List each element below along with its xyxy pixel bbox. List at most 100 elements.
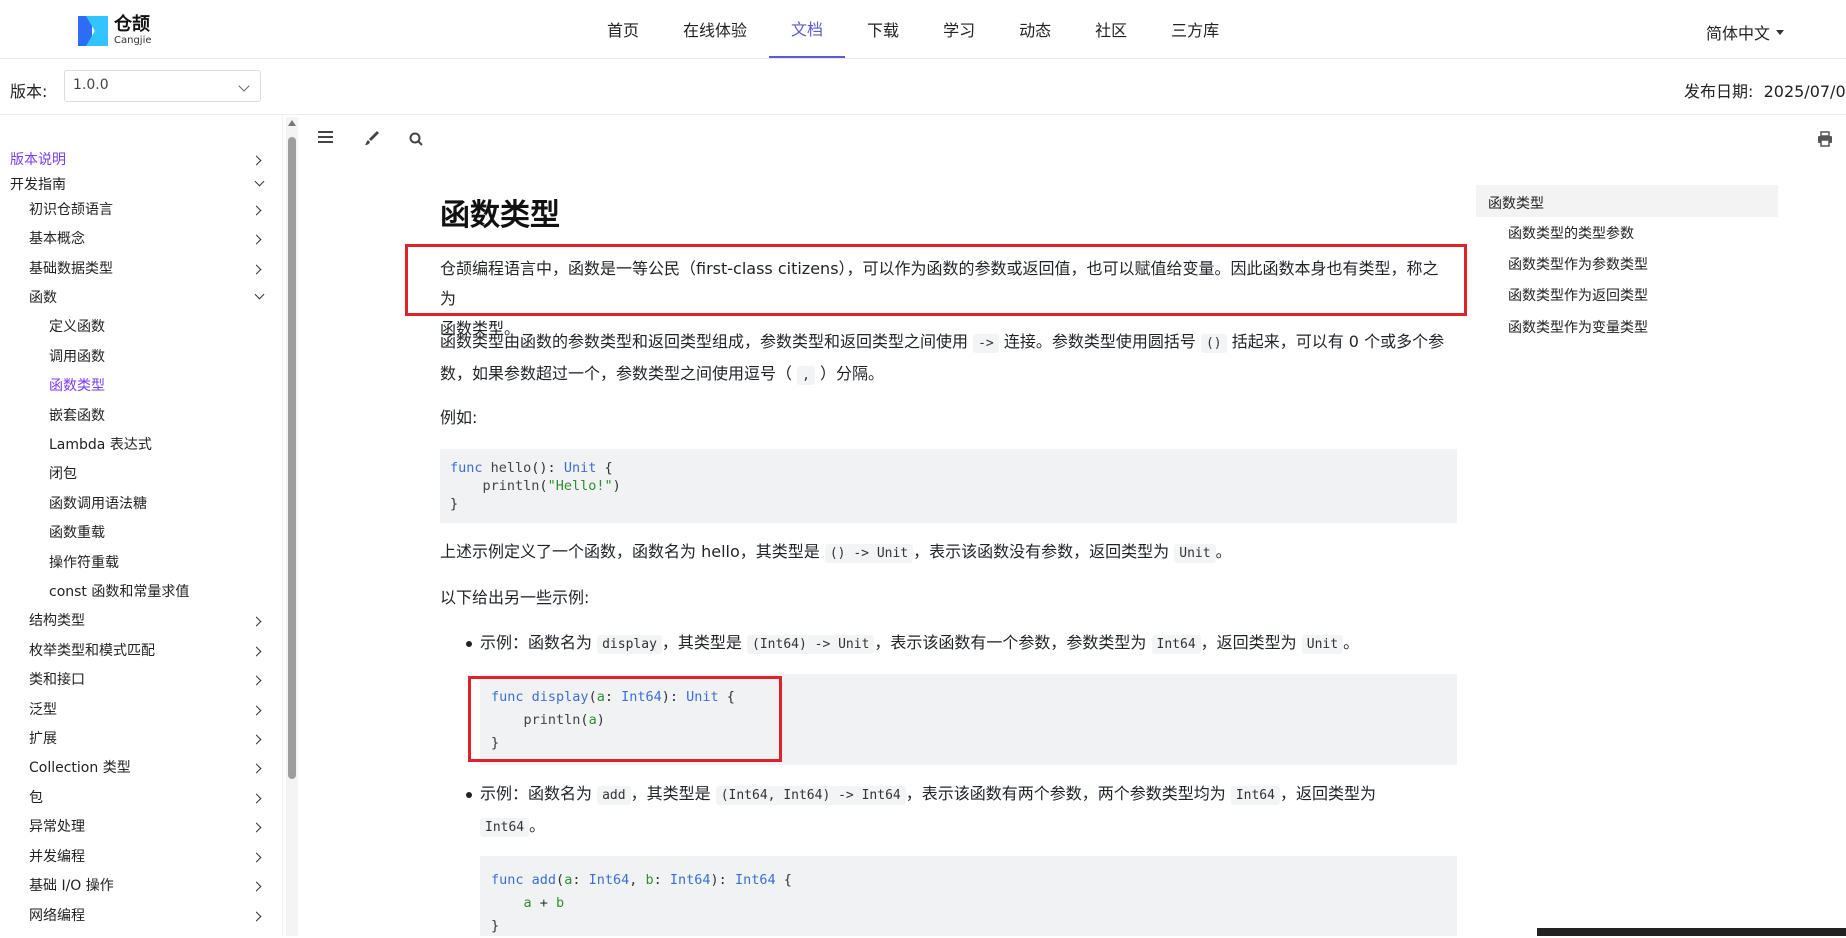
paragraph-type-composition: 函数类型由函数的参数类型和返回类型组成，参数类型和返回类型之间使用 -> 连接。… (440, 332, 1445, 385)
chevron-right-icon[interactable] (251, 734, 262, 745)
nav-docs[interactable]: 文档 (769, 0, 846, 58)
chevron-right-icon[interactable] (251, 793, 262, 804)
sidebar-item-lambda[interactable]: Lambda 表达式 (49, 434, 152, 454)
example-label: 例如: (440, 408, 478, 427)
chevron-down-icon[interactable] (254, 289, 265, 300)
hamburger-icon[interactable] (318, 130, 334, 148)
sidebar-item-extension[interactable]: 扩展 (29, 728, 57, 748)
inline-code: Unit (1174, 544, 1216, 563)
chevron-right-icon[interactable] (251, 155, 262, 166)
sidebar-item-enum[interactable]: 枚举类型和模式匹配 (29, 640, 155, 660)
cangjie-logo[interactable]: 仓颉 Cangjie (78, 14, 152, 48)
chevron-right-icon[interactable] (251, 264, 262, 275)
paragraph-hello-desc: 上述示例定义了一个函数，函数名为 hello，其类型是 () -> Unit ，表… (440, 542, 1232, 563)
sidebar-item-concurrency[interactable]: 并发编程 (29, 846, 85, 866)
sidebar-item-exception[interactable]: 异常处理 (29, 816, 85, 836)
inline-code: (Int64) -> Unit (747, 635, 875, 654)
nav-community[interactable]: 社区 (1073, 0, 1149, 58)
logo-text-en: Cangjie (114, 35, 152, 46)
sidebar-item-dev-guide[interactable]: 开发指南 (10, 174, 66, 194)
sidebar-item-network[interactable]: 网络编程 (29, 905, 85, 925)
sidebar-item-const-func[interactable]: const 函数和常量求值 (49, 581, 189, 601)
toc-item-as-param[interactable]: 函数类型作为参数类型 (1508, 254, 1648, 274)
top-navbar: 仓颉 Cangjie 首页 在线体验 文档 下载 学习 动态 社区 三方库 简体… (0, 0, 1846, 59)
sidebar-item-generics[interactable]: 泛型 (29, 699, 57, 719)
nav-learn[interactable]: 学习 (921, 0, 997, 58)
inline-code: (Int64, Int64) -> Int64 (715, 786, 906, 805)
sidebar-item-call-func[interactable]: 调用函数 (49, 346, 105, 366)
logo-mark-icon (78, 16, 108, 46)
sidebar-scrollbar[interactable] (286, 117, 298, 936)
sidebar-item-overload[interactable]: 函数重载 (49, 522, 105, 542)
scroll-up-icon[interactable] (288, 120, 296, 126)
nav-third-party[interactable]: 三方库 (1149, 0, 1241, 58)
toc-item-as-variable[interactable]: 函数类型作为变量类型 (1508, 317, 1648, 337)
chevron-right-icon[interactable] (251, 911, 262, 922)
bottom-overlay-bar (1537, 928, 1846, 936)
sidebar-item-package[interactable]: 包 (29, 787, 43, 807)
code-block-add: func add(a: Int64, b: Int64): Int64 { a … (480, 856, 1457, 936)
example-add-desc: 示例：函数名为 add ，其类型是 (Int64, Int64) -> Int64… (480, 784, 1376, 837)
chevron-right-icon[interactable] (251, 675, 262, 686)
chevron-right-icon[interactable] (251, 616, 262, 627)
printer-icon[interactable] (1817, 131, 1833, 151)
nav-download[interactable]: 下载 (845, 0, 921, 58)
version-value: 1.0.0 (73, 77, 109, 93)
chevron-right-icon[interactable] (251, 705, 262, 716)
sidebar-item-release-notes[interactable]: 版本说明 (10, 149, 66, 169)
chevron-right-icon[interactable] (251, 763, 262, 774)
nav-home[interactable]: 首页 (585, 0, 661, 58)
publish-date: 发布日期: 2025/07/0 (1684, 82, 1846, 101)
sidebar-item-class[interactable]: 类和接口 (29, 669, 85, 689)
chevron-down-icon[interactable] (254, 176, 265, 187)
sidebar-item-operator-overload[interactable]: 操作符重载 (49, 552, 119, 572)
chevron-right-icon[interactable] (251, 852, 262, 863)
sidebar-item-basic-concepts[interactable]: 基本概念 (29, 228, 85, 248)
toc-item-type-params[interactable]: 函数类型的类型参数 (1508, 223, 1634, 243)
chevron-right-icon[interactable] (251, 205, 262, 216)
bullet-dot (466, 641, 472, 647)
version-bar: 版本: 1.0.0 发布日期: 2025/07/0 (0, 59, 1846, 115)
doc-sidebar: 版本说明 开发指南 初识仓颉语言 基本概念 基础数据类型 函数 定义函数 调用函… (0, 115, 283, 936)
toc-item-as-return[interactable]: 函数类型作为返回类型 (1508, 285, 1648, 305)
inline-code: () (1200, 334, 1227, 353)
chevron-right-icon[interactable] (251, 881, 262, 892)
version-label: 版本: (10, 82, 48, 101)
page-title: 函数类型 (440, 198, 560, 233)
code-block-hello: func hello(): Unit { println("Hello!") } (440, 449, 1457, 523)
scrollbar-thumb[interactable] (288, 137, 296, 779)
sidebar-item-func-type[interactable]: 函数类型 (49, 375, 105, 395)
nav-news[interactable]: 动态 (997, 0, 1073, 58)
search-icon[interactable] (409, 132, 423, 150)
sidebar-item-define-func[interactable]: 定义函数 (49, 316, 105, 336)
sidebar-item-call-sugar[interactable]: 函数调用语法糖 (49, 493, 147, 513)
bullet-dot (466, 792, 472, 798)
sidebar-item-basic-types[interactable]: 基础数据类型 (29, 258, 113, 278)
chevron-down-icon (238, 80, 250, 92)
chevron-right-icon[interactable] (251, 822, 262, 833)
sidebar-item-struct[interactable]: 结构类型 (29, 610, 85, 630)
language-selector[interactable]: 简体中文 (1706, 20, 1785, 44)
sidebar-item-nested-func[interactable]: 嵌套函数 (49, 405, 105, 425)
paragraph-more-examples: 以下给出另一些示例: (440, 588, 590, 607)
highlight-box (468, 676, 782, 762)
sidebar-item-collection[interactable]: Collection 类型 (29, 757, 131, 777)
language-label: 简体中文 (1706, 24, 1771, 43)
chevron-right-icon[interactable] (251, 234, 262, 245)
chevron-right-icon[interactable] (251, 646, 262, 657)
logo-text-cn: 仓颉 (114, 14, 150, 35)
brush-icon[interactable] (364, 130, 380, 150)
version-select[interactable]: 1.0.0 (64, 70, 261, 102)
main-nav: 首页 在线体验 文档 下载 学习 动态 社区 三方库 (585, 0, 1241, 58)
inline-code: () -> Unit (824, 544, 914, 563)
nav-playground[interactable]: 在线体验 (661, 0, 769, 58)
inline-code: , (797, 366, 815, 385)
toc-header[interactable]: 函数类型 (1476, 185, 1778, 217)
inline-code: Int64 (1230, 786, 1280, 805)
inline-code: Int64 (480, 818, 530, 837)
inline-code: -> (973, 334, 999, 353)
sidebar-item-io[interactable]: 基础 I/O 操作 (29, 875, 114, 895)
sidebar-item-functions[interactable]: 函数 (29, 287, 57, 307)
sidebar-item-closure[interactable]: 闭包 (49, 463, 77, 483)
sidebar-item-intro[interactable]: 初识仓颉语言 (29, 199, 113, 219)
